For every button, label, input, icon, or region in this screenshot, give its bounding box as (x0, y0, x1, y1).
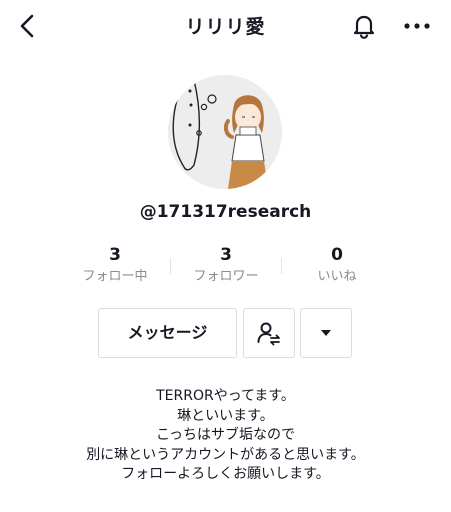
profile-avatar[interactable] (168, 75, 282, 189)
stat-followers[interactable]: 3 フォロワー (171, 244, 281, 286)
following-count: 3 (109, 245, 121, 265)
bio-line: 琳といいます。 (177, 407, 274, 424)
bell-icon (353, 15, 375, 39)
bio-line: TERRORやってます。 (156, 388, 295, 404)
more-horizontal-icon (404, 23, 430, 29)
likes-label: いいね (317, 269, 357, 284)
profile-username: @171317research (139, 202, 312, 222)
bio-line: こっちはサブ垢なので (155, 427, 296, 443)
bio-line: 別に琳というアカウントがあると思います。 (86, 446, 365, 463)
followers-count: 3 (220, 245, 232, 265)
suggested-accounts-button[interactable] (300, 308, 352, 358)
notification-button[interactable] (350, 12, 378, 40)
avatar-illustration (168, 75, 282, 189)
friend-status-button[interactable] (243, 308, 295, 358)
top-bar: リリリ愛 (0, 0, 451, 52)
profile-bio: TERRORやってます。 琳といいます。 こっちはサブ垢なので 別に琳というアカ… (0, 387, 451, 485)
triangle-down-icon (321, 330, 331, 336)
add-friend-icon (257, 322, 280, 346)
followers-label: フォロワー (193, 269, 259, 284)
more-options-button[interactable] (400, 12, 434, 40)
stat-likes[interactable]: 0 いいね (282, 244, 392, 286)
message-button[interactable]: メッセージ (98, 308, 237, 358)
page-title: リリリ愛 (185, 16, 266, 38)
stat-following[interactable]: 3 フォロー中 (60, 244, 170, 286)
bio-line: フォローよろしくお願いします。 (121, 466, 330, 482)
likes-count: 0 (331, 245, 343, 265)
following-label: フォロー中 (82, 269, 148, 284)
